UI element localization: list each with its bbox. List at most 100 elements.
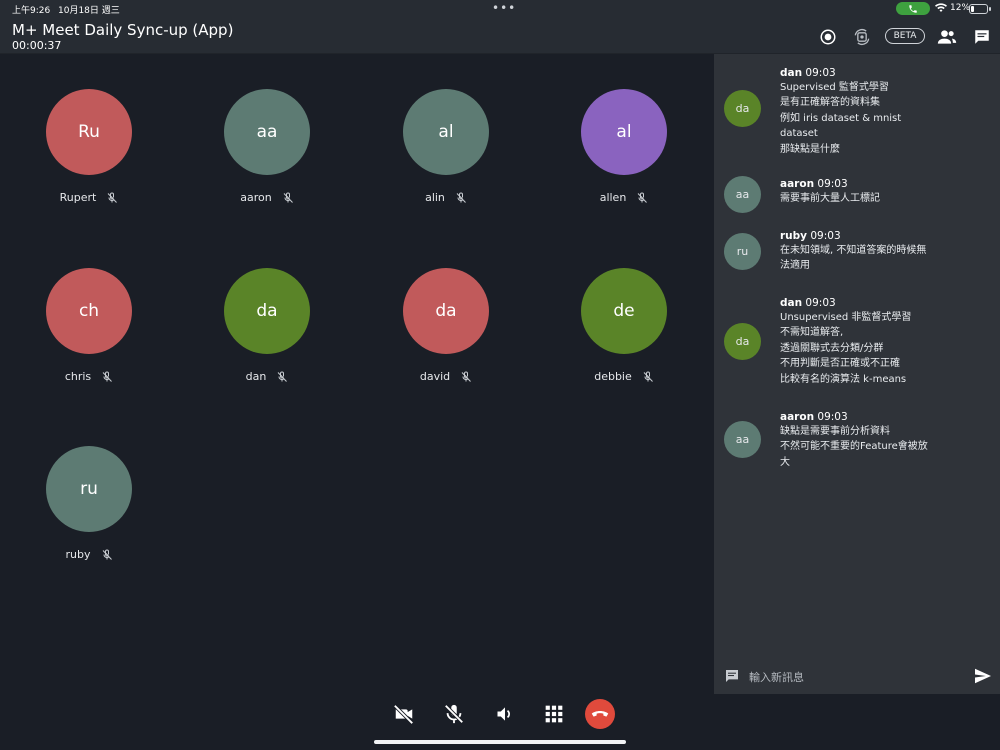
message-line: Unsupervised 非監督式學習 [780, 312, 912, 323]
message-composer: 輸入新訊息 [714, 660, 1000, 692]
avatar: da [403, 268, 489, 354]
participant-tile[interactable]: al alin [376, 54, 516, 204]
message-time: 09:03 [810, 230, 841, 242]
avatar: da [224, 268, 310, 354]
send-icon[interactable] [974, 668, 992, 684]
status-time: 上午9:26 [12, 6, 51, 16]
message-line: 需要事前大量人工標記 [780, 193, 880, 204]
beta-badge[interactable]: BETA [885, 28, 925, 44]
avatar: de [581, 268, 667, 354]
participant-name: debbie [594, 370, 632, 383]
message-line: 不需知道解答, [780, 327, 844, 339]
avatar: al [403, 89, 489, 175]
mic-off-icon [283, 192, 293, 203]
active-call-pill[interactable] [896, 2, 930, 15]
message-line: Supervised 監督式學習 [780, 82, 889, 93]
avatar: Ru [46, 89, 132, 175]
avatar: ru [46, 446, 132, 532]
hangup-icon [591, 711, 609, 717]
battery-icon [969, 4, 988, 14]
mic-off-icon [461, 371, 472, 382]
participant-name: allen [599, 191, 627, 204]
switch-camera-icon[interactable] [851, 26, 873, 48]
status-date: 10月18日 週三 [58, 6, 120, 16]
message-time: 09:03 [817, 178, 848, 190]
message-line: 是有正確解答的資料集 [780, 97, 880, 109]
hangup-button[interactable] [585, 699, 615, 729]
mic-off-icon [643, 371, 653, 382]
avatar: ru [724, 233, 761, 270]
participant-name: dan [245, 370, 267, 383]
avatar-initials: ch [78, 301, 100, 321]
grid-icon[interactable] [540, 700, 568, 728]
participant-tile[interactable]: Ru Rupert [19, 54, 159, 204]
message-line: 例如 iris dataset & mnist [780, 112, 902, 124]
multitasking-dots-icon[interactable]: ••• [492, 1, 516, 15]
avatar-initials: aa [256, 122, 278, 142]
participant-tile[interactable]: da david [376, 233, 516, 383]
camera-off-icon[interactable] [390, 700, 418, 728]
avatar: da [724, 323, 761, 360]
participant-tile[interactable]: ru ruby [19, 411, 159, 561]
record-icon[interactable] [817, 26, 839, 48]
message-time: 09:03 [805, 297, 836, 309]
message-author: aaron [780, 411, 815, 423]
meeting-header: M+ Meet Daily Sync-up (App) 00:00:37 BET… [0, 18, 1000, 54]
participant-tile[interactable]: al allen [554, 54, 694, 204]
message-author: ruby [780, 230, 808, 242]
chat-icon[interactable] [971, 26, 993, 48]
message-line: dataset [780, 128, 818, 140]
participant-tile[interactable]: da dan [197, 233, 337, 383]
avatar-initials: da [435, 301, 457, 321]
meeting-timer: 00:00:37 [12, 39, 62, 52]
phone-icon [909, 4, 917, 13]
participant-name: david [419, 370, 451, 383]
avatar: ch [46, 268, 132, 354]
avatar-initials: ru [80, 479, 98, 499]
mic-off-icon[interactable] [440, 700, 468, 728]
message-line: 大 [780, 456, 790, 468]
participant-name: aaron [240, 191, 272, 204]
avatar-initials: da [256, 301, 278, 321]
avatar-initials: al [438, 122, 454, 142]
participant-tile[interactable]: ch chris [19, 233, 159, 383]
message-author: aaron [780, 178, 815, 190]
participant-tile[interactable]: aa aaron [197, 54, 337, 204]
status-bar: 上午9:26 10月18日 週三 ••• 12% [0, 0, 1000, 18]
message-line: 不然可能不重要的Feature會被放 [780, 441, 928, 453]
avatar-initials: Ru [78, 122, 100, 142]
message-line: 缺點是需要事前分析資料 [780, 426, 890, 437]
chat-panel: da dan 09:03 Supervised 監督式學習 是有正確解答的資料集… [714, 54, 1000, 694]
participant-name: ruby [65, 548, 91, 561]
mic-off-icon [107, 192, 118, 203]
message-author: dan [780, 297, 803, 309]
avatar-initials: de [613, 301, 635, 321]
wifi-icon [935, 3, 947, 13]
mic-off-icon [637, 192, 648, 203]
avatar: aa [224, 89, 310, 175]
participant-name: alin [425, 191, 445, 204]
participant-name: Rupert [59, 191, 97, 204]
participant-name: chris [64, 370, 92, 383]
message-line: 法適用 [780, 260, 810, 272]
message-time: 09:03 [805, 67, 836, 79]
avatar: aa [724, 176, 761, 213]
mic-off-icon [277, 371, 288, 382]
participant-tile[interactable]: de debbie [554, 233, 694, 383]
message-line: 比較有名的演算法 k-means [780, 373, 907, 385]
avatar: al [581, 89, 667, 175]
avatar: aa [724, 421, 761, 458]
mic-off-icon [102, 549, 112, 560]
message-icon [726, 670, 738, 682]
message-input[interactable]: 輸入新訊息 [749, 669, 804, 685]
message-line: 那缺點是什麼 [780, 143, 840, 155]
mic-off-icon [456, 192, 466, 203]
message-line: 在未知領域, 不知道答案的時候無 [780, 245, 927, 256]
message-author: dan [780, 67, 803, 79]
mic-off-icon [102, 371, 113, 382]
participants-icon[interactable] [936, 26, 958, 48]
message-time: 09:03 [817, 411, 848, 423]
home-indicator[interactable] [374, 740, 626, 744]
avatar-initials: al [616, 122, 632, 142]
speaker-icon[interactable] [491, 700, 519, 728]
